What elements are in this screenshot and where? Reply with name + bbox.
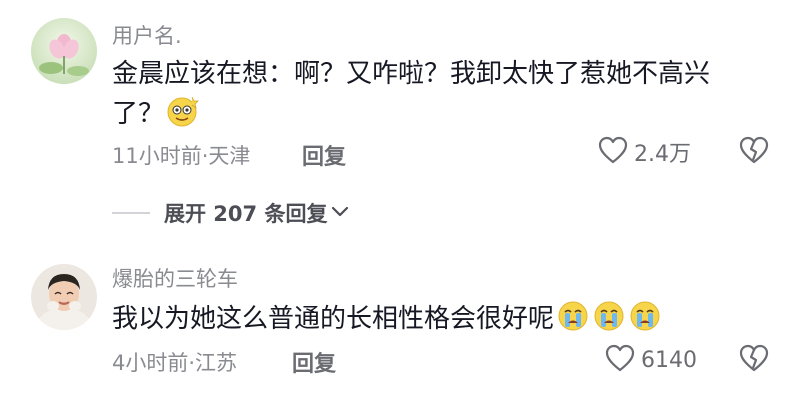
dislike-button[interactable]	[739, 136, 769, 168]
crying-emoji-icon	[628, 299, 662, 333]
expand-replies-button[interactable]: 展开 207 条回复	[112, 198, 349, 228]
dizzy-smile-emoji-icon	[166, 94, 200, 128]
expand-replies-label: 展开 207 条回复	[164, 202, 328, 226]
comment-text: 我以为她这么普通的长相性格会很好呢	[112, 299, 752, 339]
avatar[interactable]	[31, 18, 97, 84]
comment-text: 金晨应该在想：啊？又咋啦？我卸太快了惹她不高兴了？	[112, 54, 752, 134]
reply-button[interactable]: 回复	[292, 346, 336, 378]
broken-heart-icon	[739, 136, 769, 168]
like-button[interactable]: 6140	[605, 344, 697, 376]
divider	[112, 212, 150, 214]
reply-button[interactable]: 回复	[302, 139, 346, 171]
heart-icon	[605, 344, 635, 376]
chevron-down-icon	[331, 204, 349, 223]
broken-heart-icon	[739, 344, 769, 376]
comment-item: 爆胎的三轮车 我以为她这么普通的长相性格会很好呢 4小时前·江苏 回复 6140	[0, 250, 800, 405]
like-count: 2.4万	[634, 142, 691, 167]
comment-body: 我以为她这么普通的长相性格会很好呢	[112, 304, 555, 334]
username[interactable]: 用户名.	[112, 20, 182, 50]
comment-item: 用户名. 金晨应该在想：啊？又咋啦？我卸太快了惹她不高兴了？ 11小时前·天津 …	[0, 0, 800, 190]
heart-icon	[598, 136, 628, 168]
avatar[interactable]	[31, 264, 97, 330]
like-button[interactable]: 2.4万	[598, 136, 691, 168]
time-location: 4小时前·江苏	[112, 351, 238, 375]
comment-body: 金晨应该在想：啊？又咋啦？我卸太快了惹她不高兴了？	[112, 59, 711, 129]
crying-emoji-icon	[592, 299, 626, 333]
like-count: 6140	[641, 347, 697, 373]
username[interactable]: 爆胎的三轮车	[112, 263, 238, 293]
crying-emoji-icon	[556, 299, 590, 333]
time-location: 11小时前·天津	[112, 144, 251, 168]
dislike-button[interactable]	[739, 344, 769, 376]
